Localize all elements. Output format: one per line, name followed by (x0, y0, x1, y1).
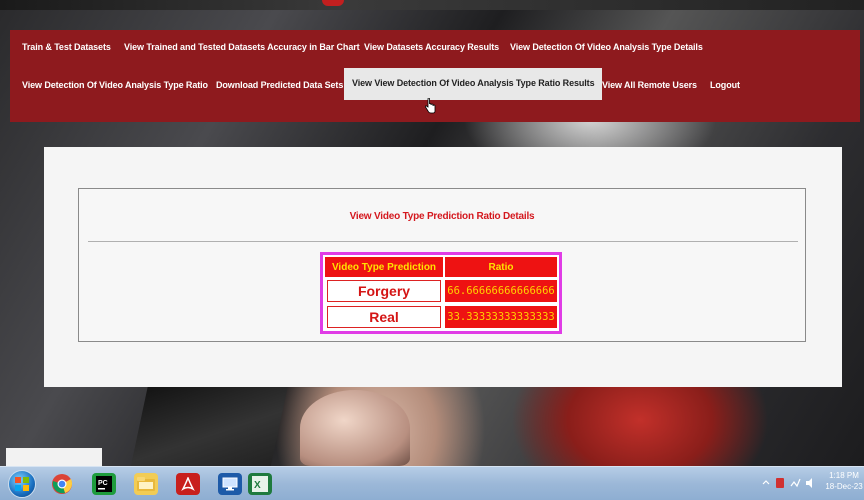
table-row-ratio: 66.66666666666666 (445, 280, 557, 302)
hand-cursor-icon (424, 98, 436, 114)
taskbar-time: 1:18 PM (829, 471, 859, 480)
table-row-label: Real (327, 306, 441, 328)
nav-view-detection-details[interactable]: View Detection Of Video Analysis Type De… (510, 42, 703, 52)
table-header-prediction: Video Type Prediction (325, 257, 443, 277)
divider (88, 241, 798, 242)
table-header-ratio: Ratio (445, 257, 557, 277)
system-tray-icons[interactable] (760, 476, 820, 490)
chrome-icon[interactable] (50, 473, 74, 495)
table-row-label: Forgery (327, 280, 441, 302)
nav-download-predicted-data-sets[interactable]: Download Predicted Data Sets (216, 80, 343, 90)
nav-view-detection-ratio-results[interactable]: View View Detection Of Video Analysis Ty… (344, 68, 603, 100)
excel-icon[interactable]: X (248, 473, 272, 495)
pycharm-icon[interactable]: PC (92, 473, 116, 495)
background-shape (130, 380, 290, 466)
page-title: View Video Type Prediction Ratio Details (349, 211, 535, 222)
top-strip (0, 0, 864, 10)
background-white-block (6, 448, 102, 466)
windows-taskbar: PC X (0, 466, 864, 500)
nav-view-detection-ratio[interactable]: View Detection Of Video Analysis Type Ra… (22, 80, 208, 90)
acrobat-icon[interactable] (176, 473, 200, 495)
nav-train-test-datasets[interactable]: Train & Test Datasets (22, 42, 111, 52)
file-explorer-icon[interactable] (134, 473, 158, 495)
nav-view-accuracy-bar-chart[interactable]: View Trained and Tested Datasets Accurac… (124, 42, 360, 52)
nav-view-all-remote-users[interactable]: View All Remote Users (602, 80, 697, 90)
remote-desktop-icon[interactable] (218, 473, 242, 495)
nav-view-datasets-accuracy-results[interactable]: View Datasets Accuracy Results (364, 42, 499, 52)
taskbar-clock[interactable]: 1:18 PM 18-Dec-23 (824, 470, 864, 492)
svg-text:X: X (254, 480, 261, 491)
windows-start-icon[interactable] (8, 470, 36, 498)
nav-logout[interactable]: Logout (710, 80, 740, 90)
background-face (300, 390, 410, 466)
taskbar-date: 18-Dec-23 (825, 482, 863, 491)
svg-text:PC: PC (98, 480, 108, 487)
table-row-ratio: 33.33333333333333 (445, 306, 557, 328)
prediction-ratio-table: Video Type Prediction Ratio Forgery 66.6… (320, 252, 562, 334)
